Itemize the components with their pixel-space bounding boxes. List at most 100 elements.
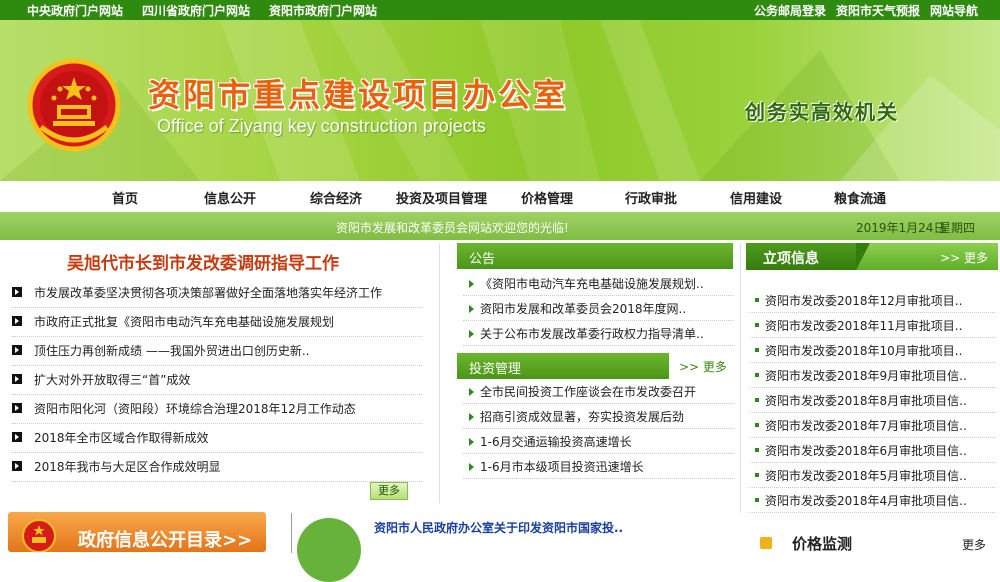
current-date: 2019年1月24日	[856, 221, 946, 235]
current-weekday: 星期四	[939, 221, 976, 235]
triangle-bullet-icon	[469, 305, 474, 313]
investment-item-title[interactable]: 全市民间投资工作座谈会在市发改委召开	[480, 383, 696, 400]
project-info-item[interactable]: 资阳市发改委2018年9月审批项目信..	[750, 363, 995, 388]
project-info-item-title[interactable]: 资阳市发改委2018年6月审批项目信..	[765, 442, 967, 459]
header-banner: 资阳市重点建设项目办公室 Office of Ziyang key constr…	[0, 20, 1000, 181]
headline-news[interactable]: 吴旭代市长到市发改委调研指导工作	[67, 249, 339, 274]
price-monitor-more-link[interactable]: 更多	[962, 536, 986, 553]
green-circle-image	[297, 518, 361, 582]
project-info-item[interactable]: 资阳市发改委2018年12月审批项目..	[750, 288, 995, 313]
investment-item-title[interactable]: 招商引资成效显著，夯实投资发展后劲	[480, 408, 684, 425]
top-link-site-nav[interactable]: 网站导航	[930, 2, 978, 19]
triangle-bullet-icon	[469, 438, 474, 446]
nav-item-info-disclosure[interactable]: 信息公开	[204, 188, 256, 207]
project-info-item[interactable]: 资阳市发改委2018年5月审批项目信..	[750, 463, 995, 488]
notice-item[interactable]: 关于公布市发展改革委行政权力指导清单..	[463, 322, 733, 346]
nav-item-economy[interactable]: 综合经济	[310, 188, 362, 207]
project-info-panel-header: 立项信息 >> 更多	[746, 243, 998, 270]
project-info-item-title[interactable]: 资阳市发改委2018年4月审批项目信..	[765, 492, 967, 509]
news-item[interactable]: 扩大对外开放取得三“首”成效	[12, 366, 422, 395]
news-item[interactable]: 2018年全市区域合作取得新成效	[12, 424, 422, 453]
investment-item-title[interactable]: 1-6月交通运输投资高速增长	[480, 433, 632, 450]
square-bullet-icon	[755, 423, 759, 427]
gov-info-catalog-banner[interactable]: 政府信息公开目录>>	[8, 512, 266, 552]
square-bullet-icon	[755, 498, 759, 502]
nav-item-price[interactable]: 价格管理	[521, 188, 573, 207]
square-bullet-icon	[755, 323, 759, 327]
top-link-sichuan-gov[interactable]: 四川省政府门户网站	[142, 2, 250, 19]
news-item[interactable]: 资阳市阳化河（资阳段）环境综合治理2018年12月工作动态	[12, 395, 422, 424]
column-divider	[439, 243, 440, 503]
project-info-item[interactable]: 资阳市发改委2018年10月审批项目..	[750, 338, 995, 363]
project-info-item-title[interactable]: 资阳市发改委2018年10月审批项目..	[765, 342, 962, 359]
nav-item-credit[interactable]: 信用建设	[730, 188, 782, 207]
project-info-item-title[interactable]: 资阳市发改委2018年12月审批项目..	[765, 292, 962, 309]
news-item-title[interactable]: 扩大对外开放取得三“首”成效	[34, 371, 190, 388]
nav-item-approval[interactable]: 行政审批	[625, 188, 677, 207]
project-info-item-title[interactable]: 资阳市发改委2018年7月审批项目信..	[765, 417, 967, 434]
square-bullet-icon	[755, 473, 759, 477]
news-item-title[interactable]: 2018年全市区域合作取得新成效	[34, 429, 209, 446]
project-info-item[interactable]: 资阳市发改委2018年11月审批项目..	[750, 313, 995, 338]
project-info-item[interactable]: 资阳市发改委2018年8月审批项目信..	[750, 388, 995, 413]
investment-item[interactable]: 1-6月市本级项目投资迅速增长	[463, 455, 733, 479]
investment-panel-title: 投资管理	[469, 362, 522, 377]
main-nav: 首页 信息公开 综合经济 投资及项目管理 价格管理 行政审批 信用建设 粮食流通	[0, 181, 1000, 211]
bullet-arrow-icon	[12, 374, 22, 384]
news-item-title[interactable]: 顶住压力再创新成绩 ——我国外贸进出口创历史新..	[34, 342, 309, 359]
square-bullet-icon	[755, 298, 759, 302]
triangle-bullet-icon	[469, 413, 474, 421]
top-link-ziyang-gov[interactable]: 资阳市政府门户网站	[269, 2, 377, 19]
banner-title: 资阳市重点建设项目办公室	[148, 76, 569, 114]
gov-info-catalog-label: 政府信息公开目录>>	[78, 530, 253, 551]
top-left-links: 中央政府门户网站 四川省政府门户网站 资阳市政府门户网站	[27, 2, 377, 19]
top-link-mail-login[interactable]: 公务邮局登录	[754, 2, 826, 19]
project-info-item[interactable]: 资阳市发改委2018年6月审批项目信..	[750, 438, 995, 463]
notice-item[interactable]: 资阳市发展和改革委员会2018年度网..	[463, 297, 733, 321]
banner-subtitle: Office of Ziyang key construction projec…	[157, 116, 486, 136]
investment-more-link[interactable]: >> 更多	[679, 358, 727, 375]
article-thumbnail[interactable]	[291, 513, 369, 582]
news-item-title[interactable]: 2018年我市与大足区合作成效明显	[34, 458, 221, 475]
project-info-item-title[interactable]: 资阳市发改委2018年5月审批项目信..	[765, 467, 967, 484]
nav-item-grain[interactable]: 粮食流通	[834, 188, 886, 207]
notice-item-title[interactable]: 《资阳市电动汽车充电基础设施发展规划..	[480, 275, 704, 292]
featured-article-link[interactable]: 资阳市人民政府办公室关于印发资阳市国家投..	[374, 519, 623, 536]
bullet-arrow-icon	[12, 316, 22, 326]
nav-item-investment[interactable]: 投资及项目管理	[396, 188, 487, 207]
investment-item[interactable]: 招商引资成效显著，夯实投资发展后劲	[463, 405, 733, 429]
news-item[interactable]: 2018年我市与大足区合作成效明显	[12, 453, 422, 482]
investment-item[interactable]: 1-6月交通运输投资高速增长	[463, 430, 733, 454]
investment-item[interactable]: 全市民间投资工作座谈会在市发改委召开	[463, 380, 733, 404]
news-item[interactable]: 顶住压力再创新成绩 ——我国外贸进出口创历史新..	[12, 337, 422, 366]
project-info-item[interactable]: 资阳市发改委2018年7月审批项目信..	[750, 413, 995, 438]
top-right-links: 公务邮局登录 资阳市天气预报 网站导航	[754, 2, 978, 19]
project-info-item-title[interactable]: 资阳市发改委2018年11月审批项目..	[765, 317, 962, 334]
welcome-bar: 资阳市发展和改革委员会网站欢迎您的光临! 2019年1月24日 星期四	[0, 212, 1000, 240]
project-info-item-title[interactable]: 资阳市发改委2018年9月审批项目信..	[765, 367, 967, 384]
banner-slogan: 创务实高效机关	[745, 100, 899, 124]
top-link-central-gov[interactable]: 中央政府门户网站	[27, 2, 123, 19]
notice-item-title[interactable]: 资阳市发展和改革委员会2018年度网..	[480, 300, 686, 317]
investment-item-title[interactable]: 1-6月市本级项目投资迅速增长	[480, 458, 644, 475]
top-link-weather[interactable]: 资阳市天气预报	[836, 2, 920, 19]
notice-panel-header: 公告	[457, 243, 733, 269]
triangle-bullet-icon	[469, 280, 474, 288]
news-item-title[interactable]: 市政府正式批复《资阳市电动汽车充电基础设施发展规划	[34, 313, 334, 330]
project-info-item[interactable]: 资阳市发改委2018年4月审批项目信..	[750, 488, 995, 513]
nav-item-home[interactable]: 首页	[112, 188, 138, 207]
project-info-item-title[interactable]: 资阳市发改委2018年8月审批项目信..	[765, 392, 967, 409]
news-item-title[interactable]: 资阳市阳化河（资阳段）环境综合治理2018年12月工作动态	[34, 400, 356, 417]
news-more-button[interactable]: 更多	[370, 482, 408, 500]
square-bullet-icon	[755, 448, 759, 452]
bullet-arrow-icon	[12, 345, 22, 355]
national-emblem-icon	[27, 58, 121, 152]
news-item[interactable]: 市政府正式批复《资阳市电动汽车充电基础设施发展规划	[12, 308, 422, 337]
notice-item-title[interactable]: 关于公布市发展改革委行政权力指导清单..	[480, 325, 704, 342]
notice-item[interactable]: 《资阳市电动汽车充电基础设施发展规划..	[463, 272, 733, 296]
project-info-more-link[interactable]: >> 更多	[940, 249, 988, 266]
welcome-message: 资阳市发展和改革委员会网站欢迎您的光临!	[336, 221, 569, 235]
news-item-title[interactable]: 市发展改革委坚决贯彻各项决策部署做好全面落地落实年经济工作	[34, 284, 382, 301]
notice-panel-title: 公告	[469, 252, 496, 267]
news-item[interactable]: 市发展改革委坚决贯彻各项决策部署做好全面落地落实年经济工作	[12, 279, 422, 308]
